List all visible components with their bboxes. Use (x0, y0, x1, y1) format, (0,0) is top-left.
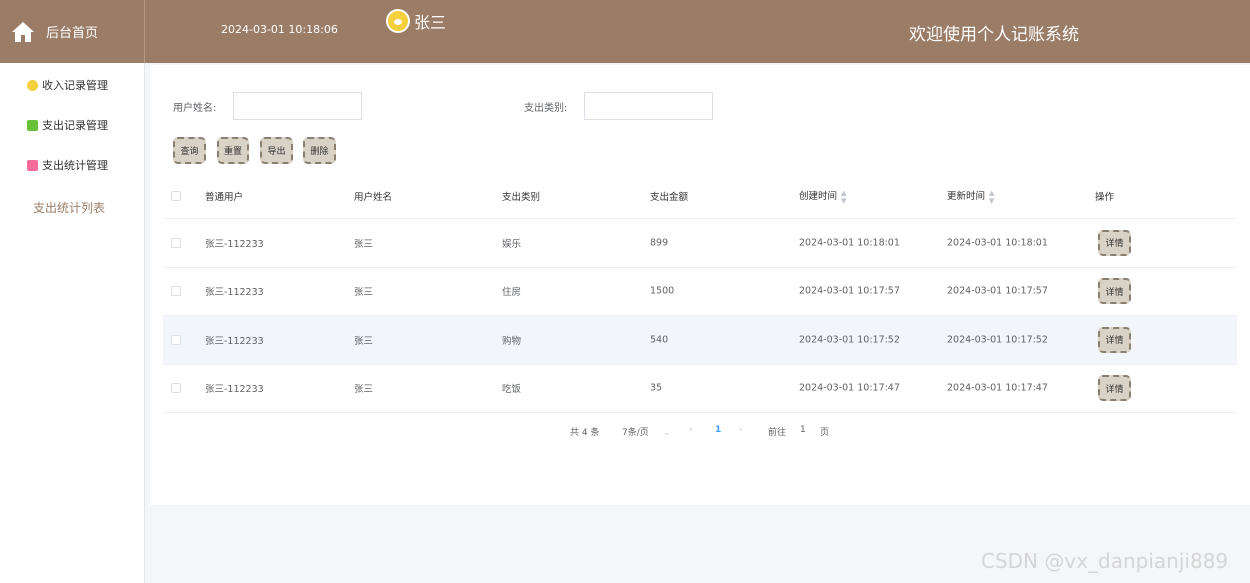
column-header-label: 创建时间 (799, 190, 838, 202)
sidebar-item-label: 支出记录管理 (42, 119, 108, 132)
row-checkbox[interactable] (171, 286, 181, 297)
row-checkbox[interactable] (171, 383, 181, 394)
category-filter-label: 支出类别: (524, 103, 568, 114)
home-label: 后台首页 (46, 26, 99, 41)
cell-updated: 2024-03-01 10:17:52 (947, 334, 1048, 346)
chevron-down-icon: ⌄ (662, 428, 671, 438)
sidebar-item-expense-stats[interactable]: 支出统计管理 (0, 145, 145, 185)
reset-button[interactable]: 重置 (217, 137, 249, 164)
sidebar-item-label: 支出统计管理 (42, 159, 108, 172)
cell-category: 住房 (502, 287, 522, 299)
column-header: 用户姓名 (354, 192, 393, 203)
sidebar-item-expense-records[interactable]: 支出记录管理 (0, 105, 145, 145)
column-header: 支出金额 (650, 192, 689, 203)
cell-amount: 899 (650, 237, 669, 249)
category-filter-input[interactable] (584, 92, 713, 120)
row-checkbox[interactable] (171, 237, 181, 248)
table-row: 张三-112233 张三 吃饭 35 2024-03-01 10:17:47 2… (163, 365, 1237, 413)
expense-stats-table: 普通用户 用户姓名 支出类别 支出金额 创建时间 ▲ ▼ 更新时间 ▲ ▼ 操作 张三-… (163, 174, 1237, 413)
next-page-icon[interactable]: › (739, 425, 743, 435)
home-link[interactable]: 后台首页 (0, 0, 145, 63)
cell-updated: 2024-03-01 10:17:57 (947, 285, 1048, 297)
cell-name: 张三 (354, 238, 374, 250)
cell-category: 吃饭 (502, 384, 522, 396)
page-unit-label: 页 (820, 428, 830, 438)
sidebar: 收入记录管理 支出记录管理 支出统计管理 支出统计列表 (0, 63, 145, 583)
column-header-label: 更新时间 (947, 190, 986, 202)
goto-page-input[interactable]: 1 (800, 425, 806, 435)
sort-icon[interactable]: ▲ ▼ (841, 188, 846, 204)
cell-updated: 2024-03-01 10:18:01 (947, 237, 1048, 249)
cell-user: 张三-112233 (205, 384, 264, 396)
main-panel: 用户姓名: 支出类别: 查询 重置 导出 删除 普通用户 用户姓名 支出类别 支… (150, 65, 1250, 505)
column-header-created[interactable]: 创建时间 ▲ ▼ (799, 188, 846, 204)
top-header-bar: 后台首页 2024-03-01 10:18:06 张三 欢迎使用个人记账系统 (0, 0, 1250, 63)
current-page-number[interactable]: 1 (715, 425, 721, 435)
prev-page-icon[interactable]: ‹ (689, 425, 693, 435)
cell-amount: 35 (650, 382, 663, 394)
cell-user: 张三-112233 (205, 238, 264, 250)
goto-label: 前往 (768, 428, 787, 438)
page-size-select[interactable]: 7条/页 ⌄ (622, 425, 670, 438)
cell-created: 2024-03-01 10:17:47 (799, 382, 900, 394)
user-name-filter-label: 用户姓名: (173, 103, 217, 114)
cell-amount: 1500 (650, 285, 675, 297)
row-checkbox[interactable] (171, 334, 181, 345)
cell-category: 娱乐 (502, 238, 522, 250)
detail-button[interactable]: 详情 (1098, 278, 1131, 305)
cell-user: 张三-112233 (205, 287, 264, 299)
document-icon (27, 159, 38, 171)
sort-icon[interactable]: ▲ ▼ (989, 188, 994, 204)
page-size-value: 7条/页 (622, 428, 649, 438)
select-all-checkbox[interactable] (171, 191, 181, 201)
sidebar-subitem-expense-stats-list[interactable]: 支出统计列表 (33, 199, 105, 216)
table-row: 张三-112233 张三 住房 1500 2024-03-01 10:17:57… (163, 268, 1237, 316)
cell-created: 2024-03-01 10:17:57 (799, 285, 900, 297)
table-header-row: 普通用户 用户姓名 支出类别 支出金额 创建时间 ▲ ▼ 更新时间 ▲ ▼ 操作 (163, 174, 1237, 219)
detail-button[interactable]: 详情 (1098, 326, 1131, 353)
cell-category: 购物 (502, 335, 522, 347)
sidebar-item-label: 收入记录管理 (42, 79, 108, 92)
current-datetime: 2024-03-01 10:18:06 (221, 23, 338, 36)
welcome-title: 欢迎使用个人记账系统 (909, 25, 1079, 45)
cell-name: 张三 (354, 384, 374, 396)
avatar (386, 9, 410, 33)
table-row: 张三-112233 张三 购物 540 2024-03-01 10:17:52 … (163, 316, 1237, 365)
table-row: 张三-112233 张三 娱乐 899 2024-03-01 10:18:01 … (163, 219, 1237, 268)
cell-user: 张三-112233 (205, 335, 264, 347)
chat-icon (27, 119, 38, 131)
export-button[interactable]: 导出 (260, 137, 293, 164)
query-button[interactable]: 查询 (173, 137, 206, 164)
home-icon (12, 21, 34, 42)
sidebar-item-income-records[interactable]: 收入记录管理 (0, 65, 145, 105)
income-icon (27, 79, 38, 91)
detail-button[interactable]: 详情 (1098, 229, 1131, 256)
delete-button[interactable]: 删除 (303, 137, 336, 164)
column-header: 普通用户 (205, 192, 244, 203)
pagination-total: 共 4 条 (570, 428, 600, 438)
detail-button[interactable]: 详情 (1098, 375, 1131, 402)
column-header: 支出类别 (502, 192, 541, 203)
user-info[interactable]: 张三 (386, 9, 446, 33)
cell-created: 2024-03-01 10:17:52 (799, 334, 900, 346)
column-header: 操作 (1095, 192, 1115, 203)
cell-updated: 2024-03-01 10:17:47 (947, 382, 1048, 394)
user-name: 张三 (414, 13, 447, 32)
cell-amount: 540 (650, 334, 669, 346)
cell-name: 张三 (354, 287, 374, 299)
cell-created: 2024-03-01 10:18:01 (799, 237, 900, 249)
watermark: CSDN @vx_danpianji889 (981, 549, 1229, 573)
cell-name: 张三 (354, 335, 374, 347)
column-header-updated[interactable]: 更新时间 ▲ ▼ (947, 188, 994, 204)
user-name-filter-input[interactable] (233, 92, 362, 120)
